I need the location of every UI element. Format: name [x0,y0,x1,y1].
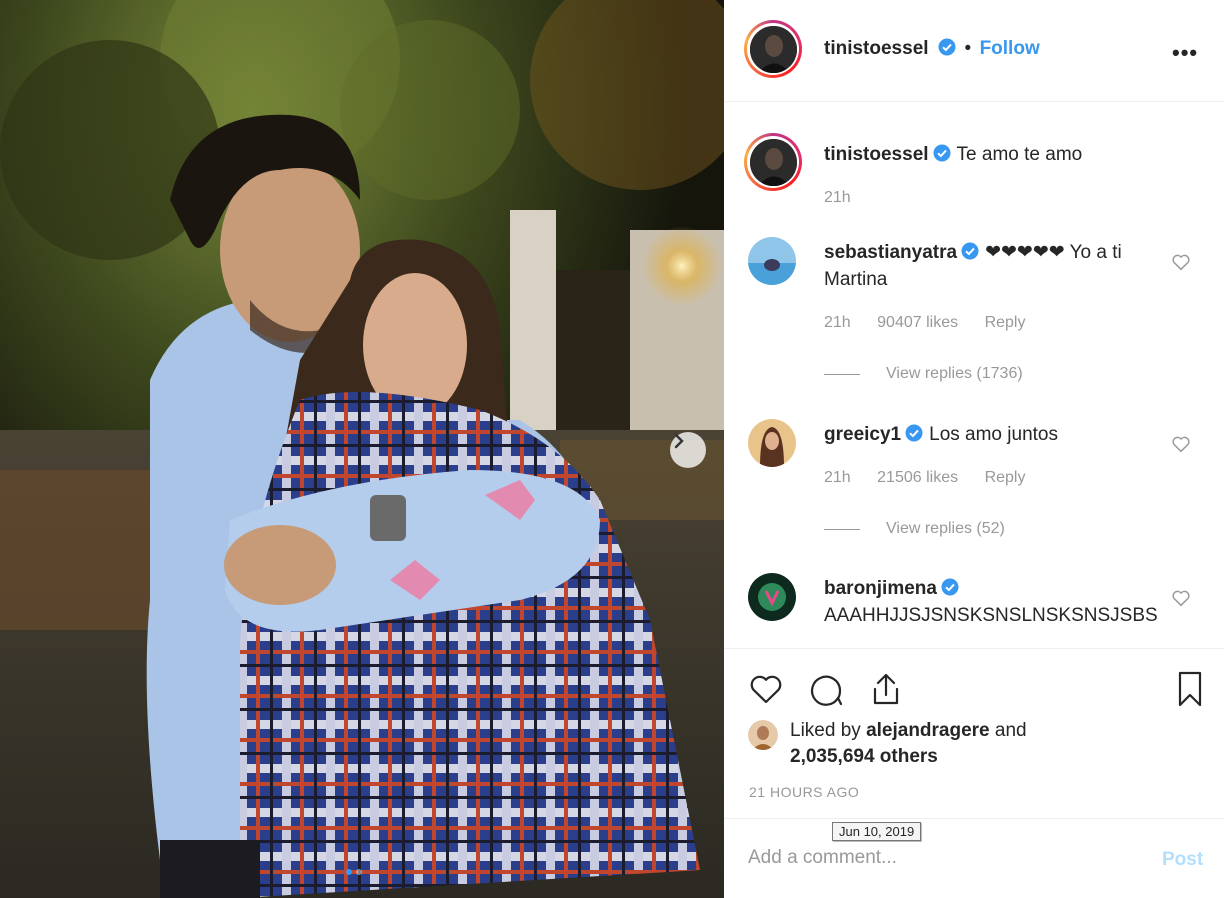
likes-text: Liked by alejandragere and 2,035,694 oth… [790,718,1027,770]
view-replies-label: View replies (1736) [886,365,1023,382]
carousel-indicator [346,869,362,875]
carousel-dot-active [346,869,352,875]
verified-badge-icon [933,144,951,162]
author-avatar-image [749,25,797,73]
comment-input[interactable] [748,847,1128,869]
post-timestamp[interactable]: 21 HOURS AGO [749,784,859,800]
view-replies-label: View replies (52) [886,520,1005,537]
comment-text-3: baronjimena AAAHHJJSJSNSKSNSLNSKSNSJSBSKS… [824,575,1164,629]
verified-badge-icon [961,242,979,260]
comment-username[interactable]: baronjimena [824,578,937,599]
view-replies-button[interactable]: View replies (1736) [824,365,1023,383]
verified-badge-icon [938,38,956,56]
comment-text-1: sebastianyatra ❤❤❤❤❤ Yo a ti Martina [824,239,1154,293]
comment-icon[interactable] [806,669,846,709]
liked-by-prefix: Liked by [790,720,861,741]
comment-body: Los amo juntos [929,424,1058,445]
likes-count[interactable]: 2,035,694 others [790,746,938,767]
date-tooltip: Jun 10, 2019 [832,822,922,841]
next-photo-button[interactable] [670,432,706,468]
verified-badge-icon [941,578,959,596]
liked-by-and: and [994,720,1027,741]
like-comment-heart-icon[interactable] [1170,433,1192,455]
follow-separator: • [964,38,972,59]
liker-avatar[interactable] [748,720,778,750]
liked-by-user[interactable]: alejandragere [866,720,990,741]
follow-button[interactable]: Follow [980,38,1040,59]
author-avatar[interactable] [744,20,802,78]
comment-time[interactable]: 21h [824,314,851,331]
caption-text: Te amo te amo [956,144,1083,165]
next-arrow-icon [674,433,684,449]
post-header: tinistoessel • Follow ••• [724,0,1224,102]
comment-likes[interactable]: 21506 likes [877,469,958,486]
carousel-dot [356,869,362,875]
comment-meta-1: 21h 90407 likes Reply [824,314,1047,332]
comment-username[interactable]: greeicy1 [824,424,901,445]
photo-illustration [0,0,724,898]
caption-time[interactable]: 21h [824,189,851,206]
share-icon[interactable] [866,669,906,709]
heart-icon[interactable] [746,669,786,709]
comment-avatar-image [748,237,796,285]
comment-avatar-image [748,419,796,467]
view-replies-button[interactable]: View replies (52) [824,520,1005,538]
caption: tinistoessel Te amo te amo [824,141,1154,168]
reply-button[interactable]: Reply [985,469,1026,486]
author-username[interactable]: tinistoessel [824,38,929,59]
caption-meta: 21h [824,189,873,207]
comment-meta-2: 21h 21506 likes Reply [824,469,1047,487]
post-comment-button[interactable]: Post [1162,849,1203,871]
comment-body: AAAHHJJSJSNSKSNSLNSKSNSJSBSKSNKKFSBSIDIS… [824,605,1158,626]
caption-username[interactable]: tinistoessel [824,144,929,165]
like-comment-heart-icon[interactable] [1170,587,1192,609]
comment-username[interactable]: sebastianyatra [824,242,957,263]
bookmark-icon[interactable] [1170,669,1210,709]
comment-avatar[interactable] [748,237,796,285]
caption-avatar-image [749,138,797,186]
comment-time[interactable]: 21h [824,469,851,486]
more-options-icon[interactable]: ••• [1172,40,1198,66]
like-comment-heart-icon[interactable] [1170,251,1192,273]
comment-avatar[interactable] [748,419,796,467]
verified-badge-icon [905,424,923,442]
comments-list: tinistoessel Te amo te amo 21h sebastiany… [724,103,1224,648]
reply-button[interactable]: Reply [985,314,1026,331]
caption-avatar[interactable] [744,133,802,191]
post-photo[interactable] [0,0,724,898]
comment-avatar-image [748,573,796,621]
post-sidebar: tinistoessel • Follow ••• tinistoessel Te… [724,0,1224,898]
comment-text-2: greeicy1 Los amo juntos [824,421,1154,448]
add-comment-section: Post [724,818,1224,898]
comment-avatar[interactable] [748,573,796,621]
likes-summary: Liked by alejandragere and 2,035,694 oth… [748,718,1027,770]
comment-likes[interactable]: 90407 likes [877,314,958,331]
